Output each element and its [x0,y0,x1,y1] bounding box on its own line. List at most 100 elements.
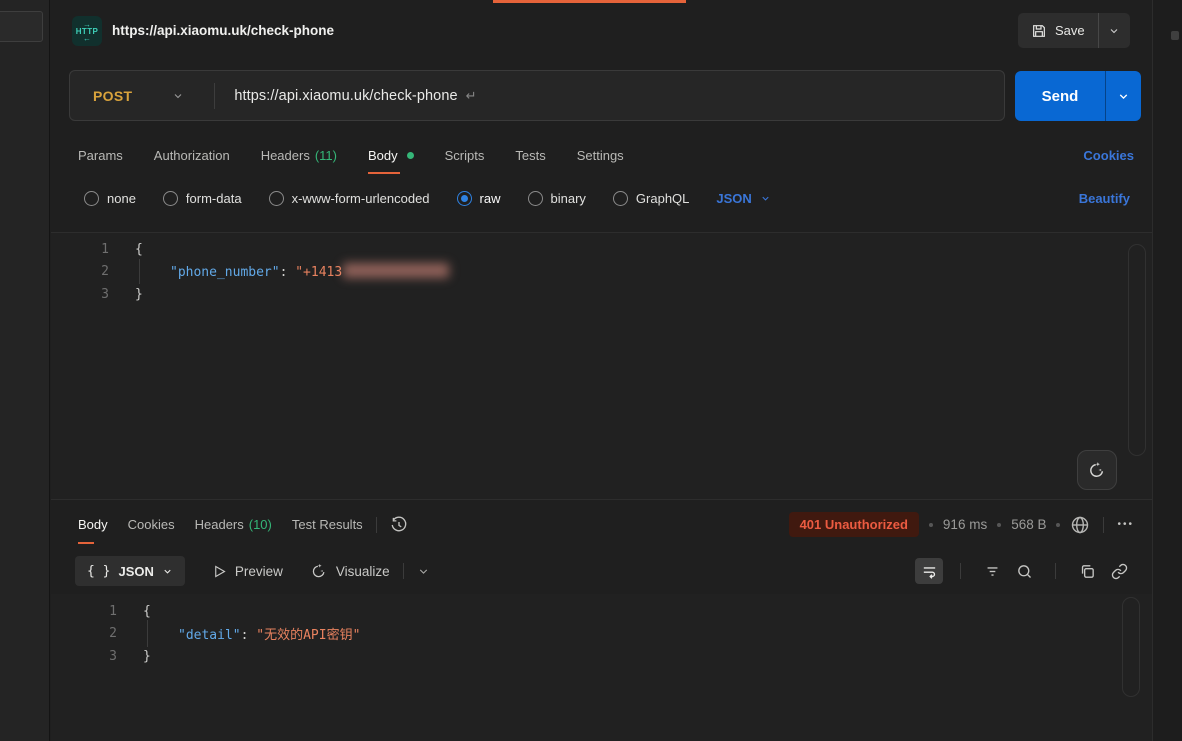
json-separator: : [280,265,296,280]
toolbar-chevron-down-icon[interactable] [417,565,430,578]
divider [1103,517,1104,533]
response-format-selector[interactable]: { } JSON [75,556,185,586]
copy-button[interactable] [1073,558,1101,584]
request-title: https://api.xiaomu.uk/check-phone [112,23,334,38]
radio-icon [84,191,99,206]
tab-settings-label: Settings [577,148,624,163]
code-line: 2 "phone_number": "+1413 [51,261,1152,284]
mode-x-www-form-urlencoded[interactable]: x-www-form-urlencoded [269,191,430,206]
braces-icon: { } [87,564,110,579]
postbot-sparkle-icon [1087,460,1107,480]
response-toolbar: { } JSON Preview [51,548,1152,594]
tab-params[interactable]: Params [78,133,123,177]
save-options-button[interactable] [1099,13,1130,48]
mode-binary[interactable]: binary [528,191,586,206]
mode-form-data[interactable]: form-data [163,191,242,206]
response-tab-test-results[interactable]: Test Results [292,503,363,547]
radio-icon [613,191,628,206]
response-tab-headers-label: Headers [195,517,244,532]
radio-selected-icon [457,191,472,206]
send-split-button: Send [1015,71,1141,121]
send-options-button[interactable] [1106,71,1141,121]
response-tab-cookies-label: Cookies [128,517,175,532]
radio-icon [528,191,543,206]
method-selector[interactable]: POST [93,88,132,104]
line-number: 1 [51,242,109,257]
tab-scripts-label: Scripts [445,148,485,163]
cookies-link[interactable]: Cookies [1083,148,1134,163]
scrollbar-track[interactable] [1122,597,1140,697]
url-bar: POST https://api.xiaomu.uk/check-phone ↵ [69,70,1005,121]
code-line: 2 "detail": "无效的API密钥" [51,623,1152,646]
response-format-label: JSON [118,564,153,579]
word-wrap-button[interactable] [915,558,943,584]
sidebar-icon-partial[interactable] [1171,31,1179,40]
response-tab-test-results-label: Test Results [292,517,363,532]
tab-headers[interactable]: Headers (11) [261,133,337,177]
beautify-link[interactable]: Beautify [1079,191,1130,206]
link-button[interactable] [1105,558,1133,584]
separator-dot [1056,523,1060,527]
scrollbar-track[interactable] [1128,244,1146,456]
response-time[interactable]: 916 ms [943,517,987,532]
network-info-button[interactable] [1070,515,1090,535]
mode-none[interactable]: none [84,191,136,206]
response-tab-cookies[interactable]: Cookies [128,503,175,547]
filter-button[interactable] [978,558,1006,584]
send-button[interactable]: Send [1015,71,1106,121]
radio-icon [269,191,284,206]
radio-icon [163,191,178,206]
request-tabs: Params Authorization Headers (11) Body S… [51,133,1152,177]
tab-tests-label: Tests [515,148,545,163]
status-badge[interactable]: 401 Unauthorized [789,512,919,537]
preview-button[interactable]: Preview [212,564,283,579]
raw-language-label: JSON [716,191,751,206]
sidebar-collapsed-item[interactable] [0,11,43,42]
redacted-phone-blur [343,263,449,278]
postbot-button[interactable] [1077,450,1117,490]
tab-scripts[interactable]: Scripts [445,133,485,177]
json-value: "无效的API密钥" [256,628,360,643]
response-tab-headers[interactable]: Headers (10) [195,503,272,547]
code-token: { [135,242,143,257]
response-meta: 401 Unauthorized 916 ms 568 B ••• [789,512,1134,537]
active-tab-indicator [493,0,686,3]
save-button[interactable]: Save [1018,13,1099,48]
code-token: { [143,604,151,619]
code-line: 3 } [51,283,1152,306]
tab-authorization[interactable]: Authorization [154,133,230,177]
response-size[interactable]: 568 B [1011,517,1046,532]
code-line: 1 { [51,238,1152,261]
search-button[interactable] [1010,558,1038,584]
response-tab-body[interactable]: Body [78,503,108,547]
code-line: 3 } [51,645,1152,668]
mode-urlencoded-label: x-www-form-urlencoded [292,191,430,206]
raw-language-selector[interactable]: JSON [716,191,770,206]
response-toolbar-icons [915,558,1133,584]
tab-body[interactable]: Body [368,133,414,177]
tab-headers-count: (11) [315,148,337,163]
response-history-button[interactable] [390,516,408,534]
response-body-viewer[interactable]: 1 { 2 "detail": "无效的API密钥" 3 } [51,594,1152,741]
mode-graphql[interactable]: GraphQL [613,191,689,206]
request-body-editor[interactable]: 1 { 2 "phone_number": "+1413 3 } [51,232,1152,500]
more-options-button[interactable]: ••• [1117,519,1134,530]
mode-raw[interactable]: raw [457,191,501,206]
tab-settings[interactable]: Settings [577,133,624,177]
code-content: "detail": "无效的API密钥" [143,624,360,643]
left-sidebar [0,0,50,741]
url-input[interactable]: https://api.xiaomu.uk/check-phone [234,88,457,104]
method-chevron-down-icon[interactable] [172,90,184,102]
divider [960,563,961,579]
visualize-button[interactable]: Visualize [310,562,390,580]
save-split-button: Save [1018,13,1130,48]
request-pane: → HTTP ← https://api.xiaomu.uk/check-pho… [51,0,1152,741]
tab-tests[interactable]: Tests [515,133,545,177]
visualize-sparkle-icon [310,562,328,580]
separator-dot [997,523,1001,527]
save-icon [1031,23,1047,39]
line-number: 2 [51,626,117,641]
history-clock-icon [390,516,408,534]
line-number: 2 [51,264,109,279]
mode-form-data-label: form-data [186,191,242,206]
